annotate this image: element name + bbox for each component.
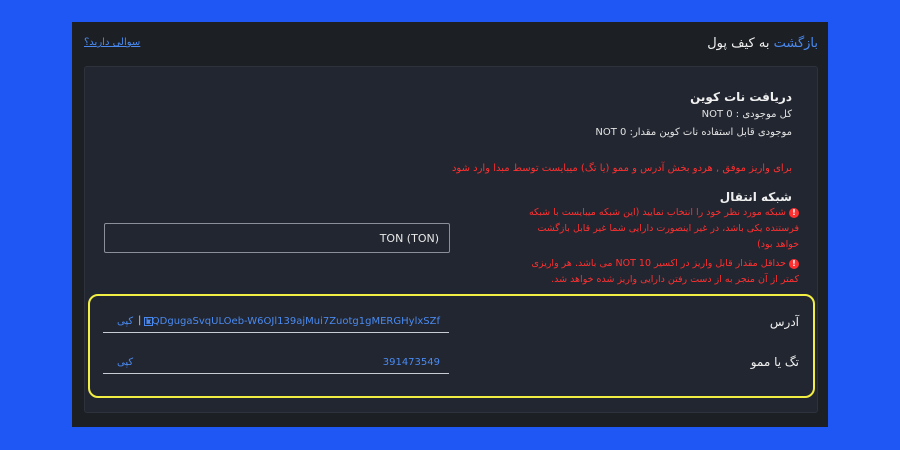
address-field: EQDgugaSvqULOeb-W6OJl139ajMui7Zuotg1gMER…: [103, 314, 449, 333]
app-window: بازگشت به کیف پول سوالی دارید؟ دریافت نا…: [72, 22, 828, 427]
network-note-text: شبکه مورد نظر خود را انتخاب نمایید (این …: [528, 207, 799, 250]
usable-balance: موجودی قابل استفاده نات کوین مقدار: NOT …: [595, 127, 792, 138]
copy-memo-button[interactable]: کپی: [117, 357, 133, 368]
receive-panel: دریافت نات کوین کل موجودی : NOT 0 موجودی…: [84, 66, 818, 413]
minimum-deposit-note: !حداقل مقدار قابل واریز در اکسیر NOT 10 …: [514, 256, 799, 288]
back-to-wallet: بازگشت به کیف پول: [707, 36, 818, 51]
page-title: دریافت نات کوین: [690, 90, 792, 104]
top-bar: بازگشت به کیف پول سوالی دارید؟: [72, 22, 828, 62]
help-link[interactable]: سوالی دارید؟: [84, 37, 140, 48]
network-select-value: TON (TON): [379, 232, 439, 245]
memo-label: تگ یا ممو: [750, 355, 799, 369]
exclamation-circle-icon: !: [789, 258, 799, 269]
network-label: شبکه انتقال: [719, 190, 792, 204]
address-label: آدرس: [769, 315, 799, 329]
memo-value: 391473549: [382, 357, 440, 368]
memo-field: 391473549 کپی: [103, 355, 449, 374]
back-link[interactable]: بازگشت: [774, 36, 818, 51]
network-note: !شبکه مورد نظر خود را انتخاب نمایید (این…: [514, 205, 799, 253]
qr-code-icon[interactable]: [144, 317, 153, 326]
copy-address-button[interactable]: کپی: [117, 316, 133, 327]
address-value: EQDgugaSvqULOeb-W6OJl139ajMui7Zuotg1gMER…: [145, 316, 440, 327]
total-balance: کل موجودی : NOT 0: [701, 109, 792, 120]
exclamation-circle-icon: !: [789, 207, 799, 218]
deposit-warning: برای واریز موفق , هردو بخش آدرس و ممو (ی…: [451, 163, 792, 174]
highlight-box: [88, 294, 815, 398]
minimum-deposit-text: حداقل مقدار قابل واریز در اکسیر NOT 10 م…: [531, 258, 799, 285]
back-suffix: به کیف پول: [707, 36, 770, 51]
separator: |: [138, 315, 142, 326]
network-select[interactable]: TON (TON): [104, 223, 450, 253]
